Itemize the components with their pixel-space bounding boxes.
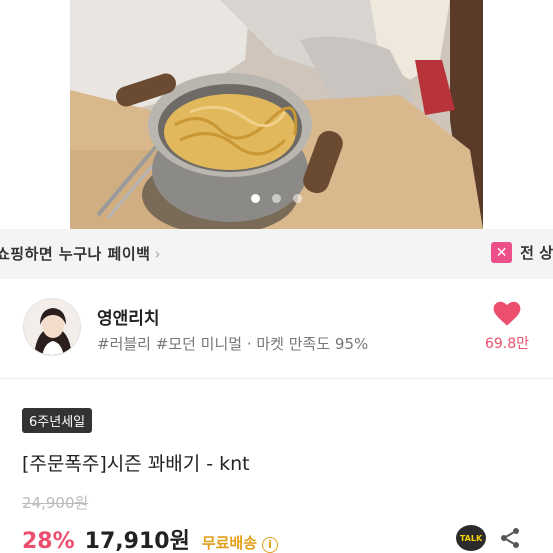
share-icon[interactable] xyxy=(498,526,522,550)
product-image-carousel[interactable] xyxy=(0,0,553,229)
product-photo[interactable] xyxy=(70,0,483,229)
shop-avatar[interactable] xyxy=(23,298,81,356)
carousel-dot[interactable] xyxy=(251,194,260,203)
free-shipping-label: 무료배송 xyxy=(201,534,258,552)
heart-icon xyxy=(493,301,521,326)
info-icon[interactable]: i xyxy=(262,536,279,553)
sale-price: 17,910원 xyxy=(84,529,190,553)
product-title: [주문폭주]시즌 꽈배기 - knt xyxy=(22,453,250,475)
carousel-dot[interactable] xyxy=(272,194,281,203)
shop-info[interactable]: 영앤리치 #러블리 #모던 미니멀 · 마켓 만족도 95% 69.8만 xyxy=(0,279,553,379)
sale-badge: 6주년세일 xyxy=(22,408,93,433)
payback-promo-link[interactable]: 쇼핑하면 누구나 페이백 › xyxy=(0,243,161,264)
shop-tags: #러블리 #모던 미니멀 · 마켓 만족도 95% xyxy=(97,335,369,353)
price-row: 28% 17,910원 무료배송 i xyxy=(22,523,279,553)
shop-name[interactable]: 영앤리치 xyxy=(97,304,160,329)
talk-chat-button[interactable]: TALK xyxy=(456,525,486,551)
side-promo-text: 전 상 xyxy=(520,244,553,262)
favorite-button[interactable]: 69.8만 xyxy=(482,301,532,353)
promo-banner[interactable]: 쇼핑하면 누구나 페이백 › ✕ 전 상 xyxy=(0,229,553,279)
chevron-right-icon: › xyxy=(154,245,161,263)
product-info: 6주년세일 [주문폭주]시즌 꽈배기 - knt 24,900원 28% 17,… xyxy=(0,380,553,553)
x-badge-icon: ✕ xyxy=(491,242,513,263)
carousel-dots xyxy=(70,194,483,203)
carousel-dot[interactable] xyxy=(293,194,302,203)
side-promo-link[interactable]: ✕ 전 상 xyxy=(491,242,553,263)
favorite-count: 69.8만 xyxy=(484,336,530,352)
original-price: 24,900원 xyxy=(22,494,89,512)
payback-promo-text: 쇼핑하면 누구나 페이백 xyxy=(0,245,151,263)
avatar-portrait xyxy=(24,299,80,355)
discount-rate: 28% xyxy=(22,529,75,553)
